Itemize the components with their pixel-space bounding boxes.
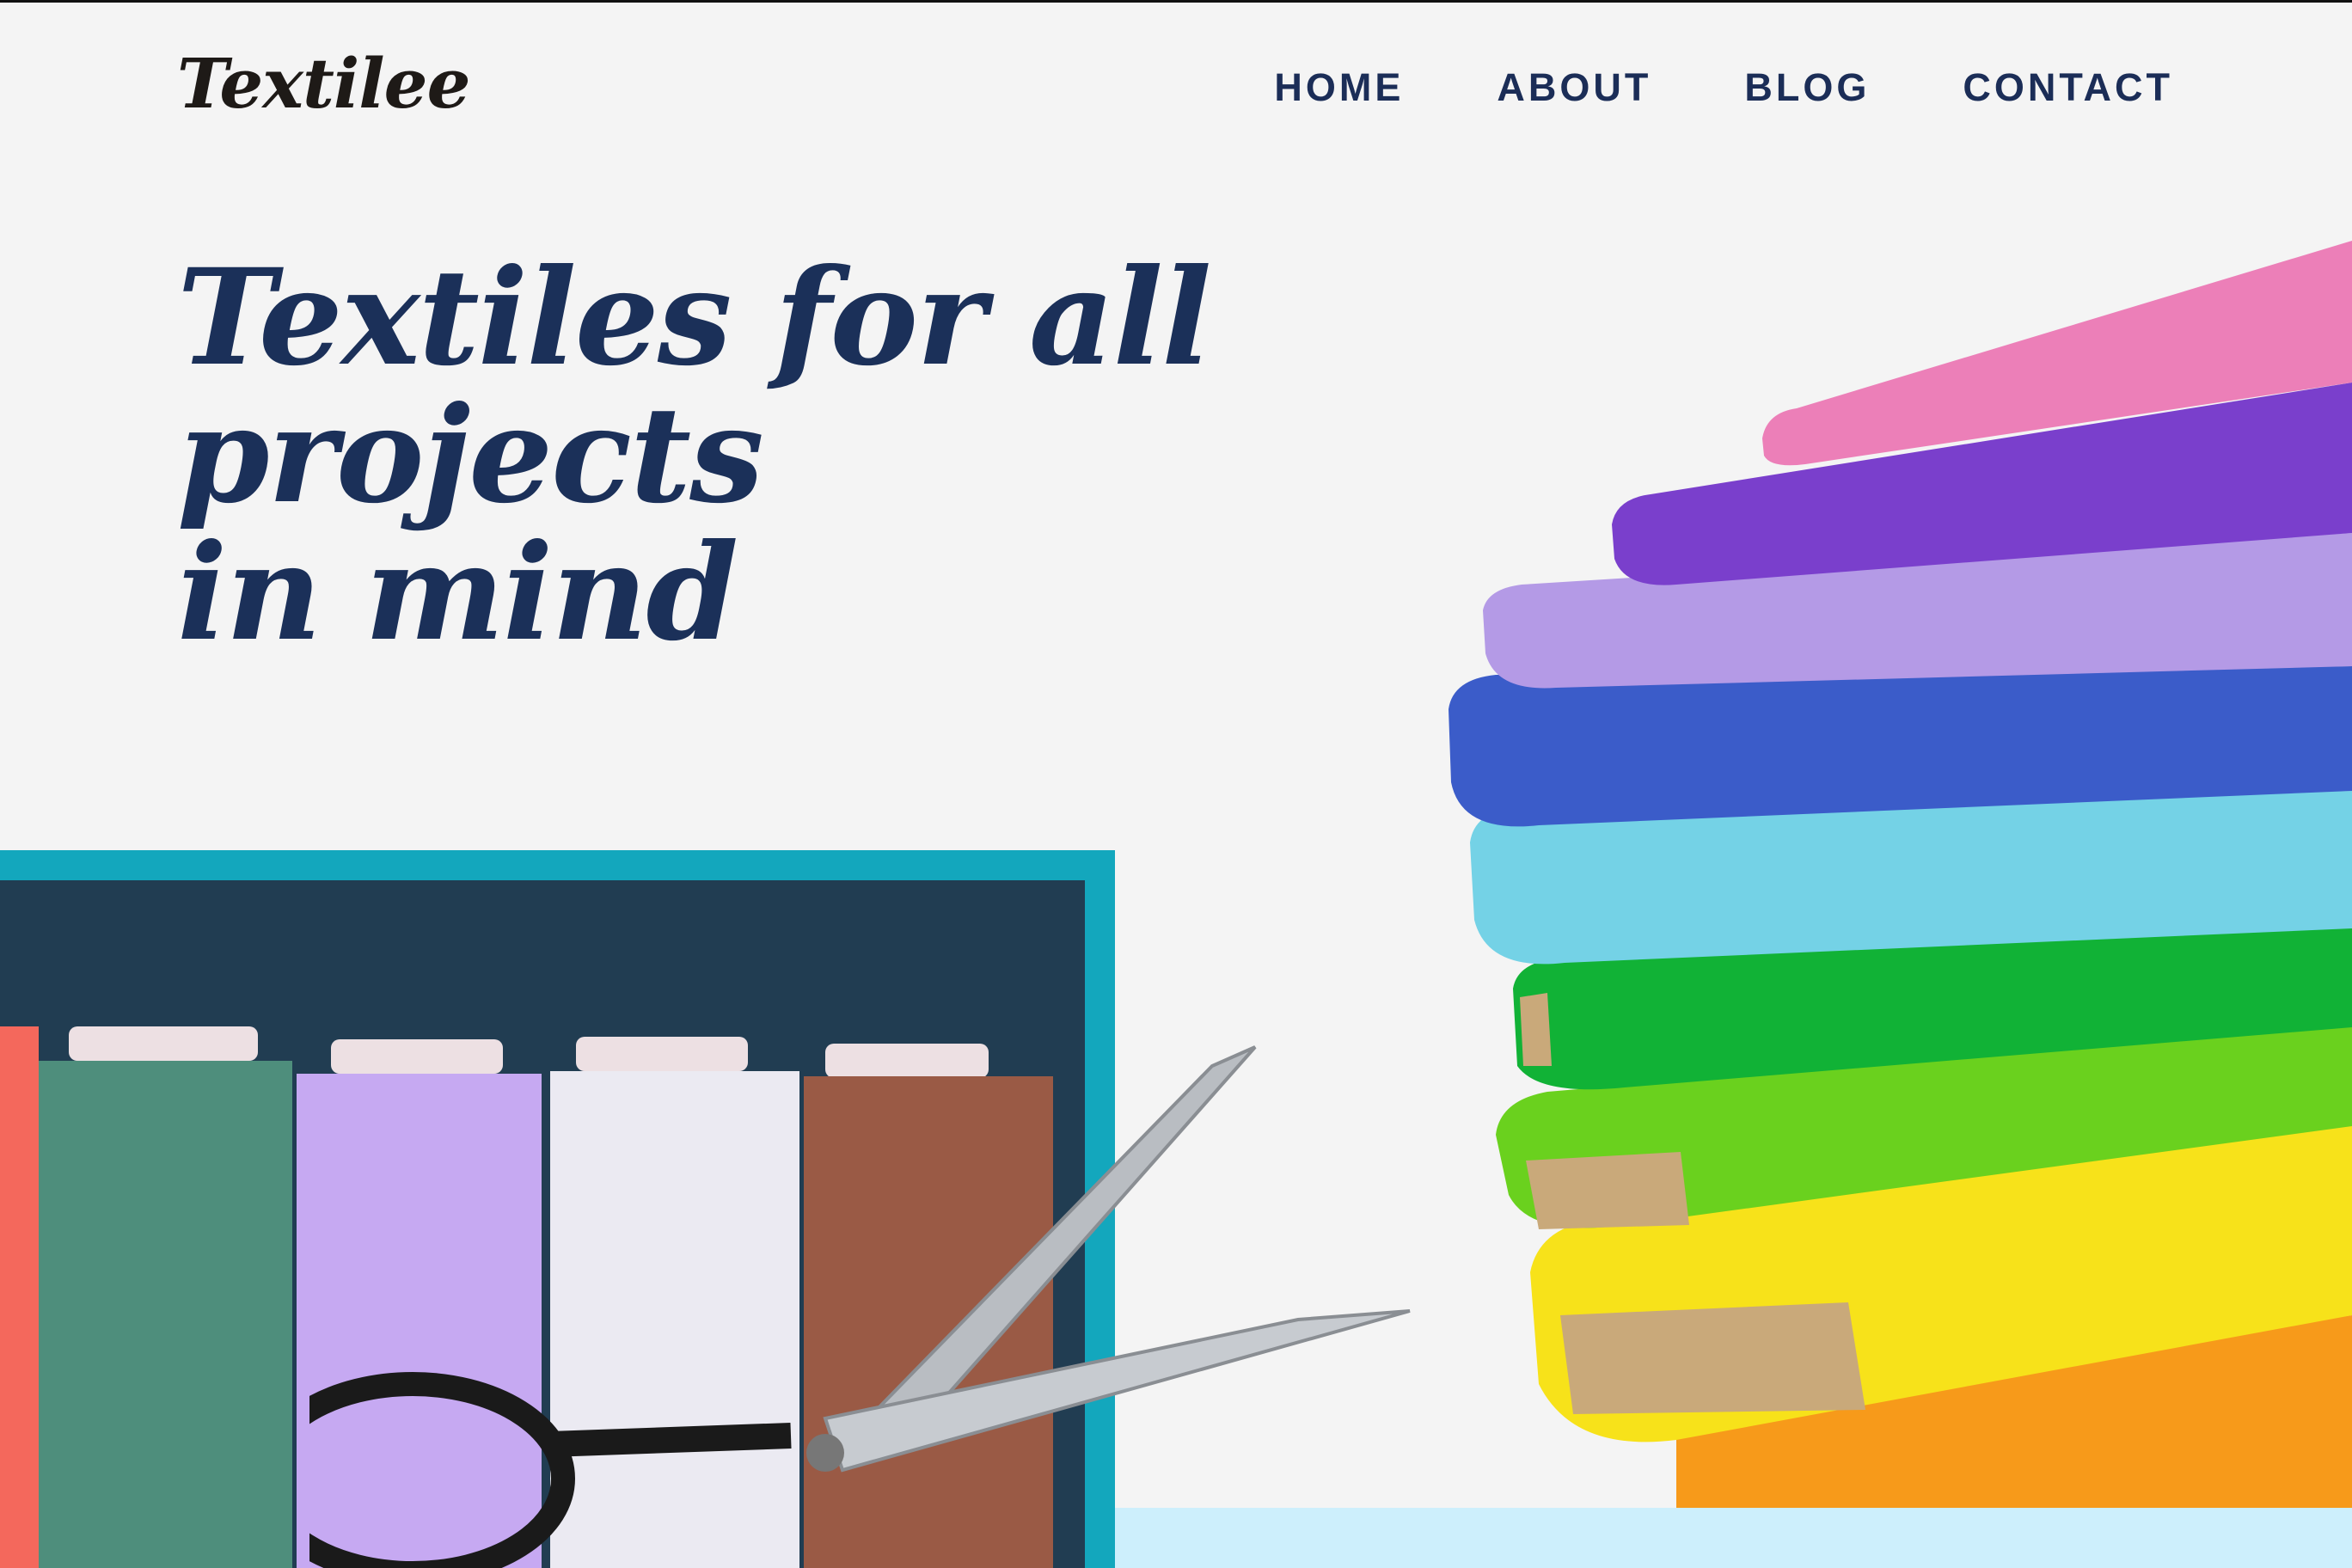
nav-contact-link[interactable]: CONTACT	[1963, 65, 2173, 110]
thread-spool-green	[39, 1061, 292, 1568]
hero-title: Textiles for all projects in mind	[177, 249, 1553, 662]
nav-about-link[interactable]: ABOUT	[1497, 65, 1651, 110]
nav-blog-link[interactable]: BLOG	[1744, 65, 1870, 110]
hero-title-line-2: in mind	[177, 515, 738, 671]
main-nav: HOME ABOUT BLOG CONTACT	[1274, 65, 2173, 110]
fabric-stack-image	[1449, 241, 2352, 1508]
nav-home-link[interactable]: HOME	[1274, 65, 1404, 110]
bottom-accent-strip	[1115, 1508, 2352, 1568]
thread-spool-red	[0, 1026, 39, 1568]
scissors-image	[309, 1045, 1411, 1568]
hero-title-line-1: Textiles for all projects	[177, 240, 1212, 533]
brand-logo[interactable]: Textilee	[177, 43, 470, 124]
top-border-line	[0, 0, 2352, 3]
